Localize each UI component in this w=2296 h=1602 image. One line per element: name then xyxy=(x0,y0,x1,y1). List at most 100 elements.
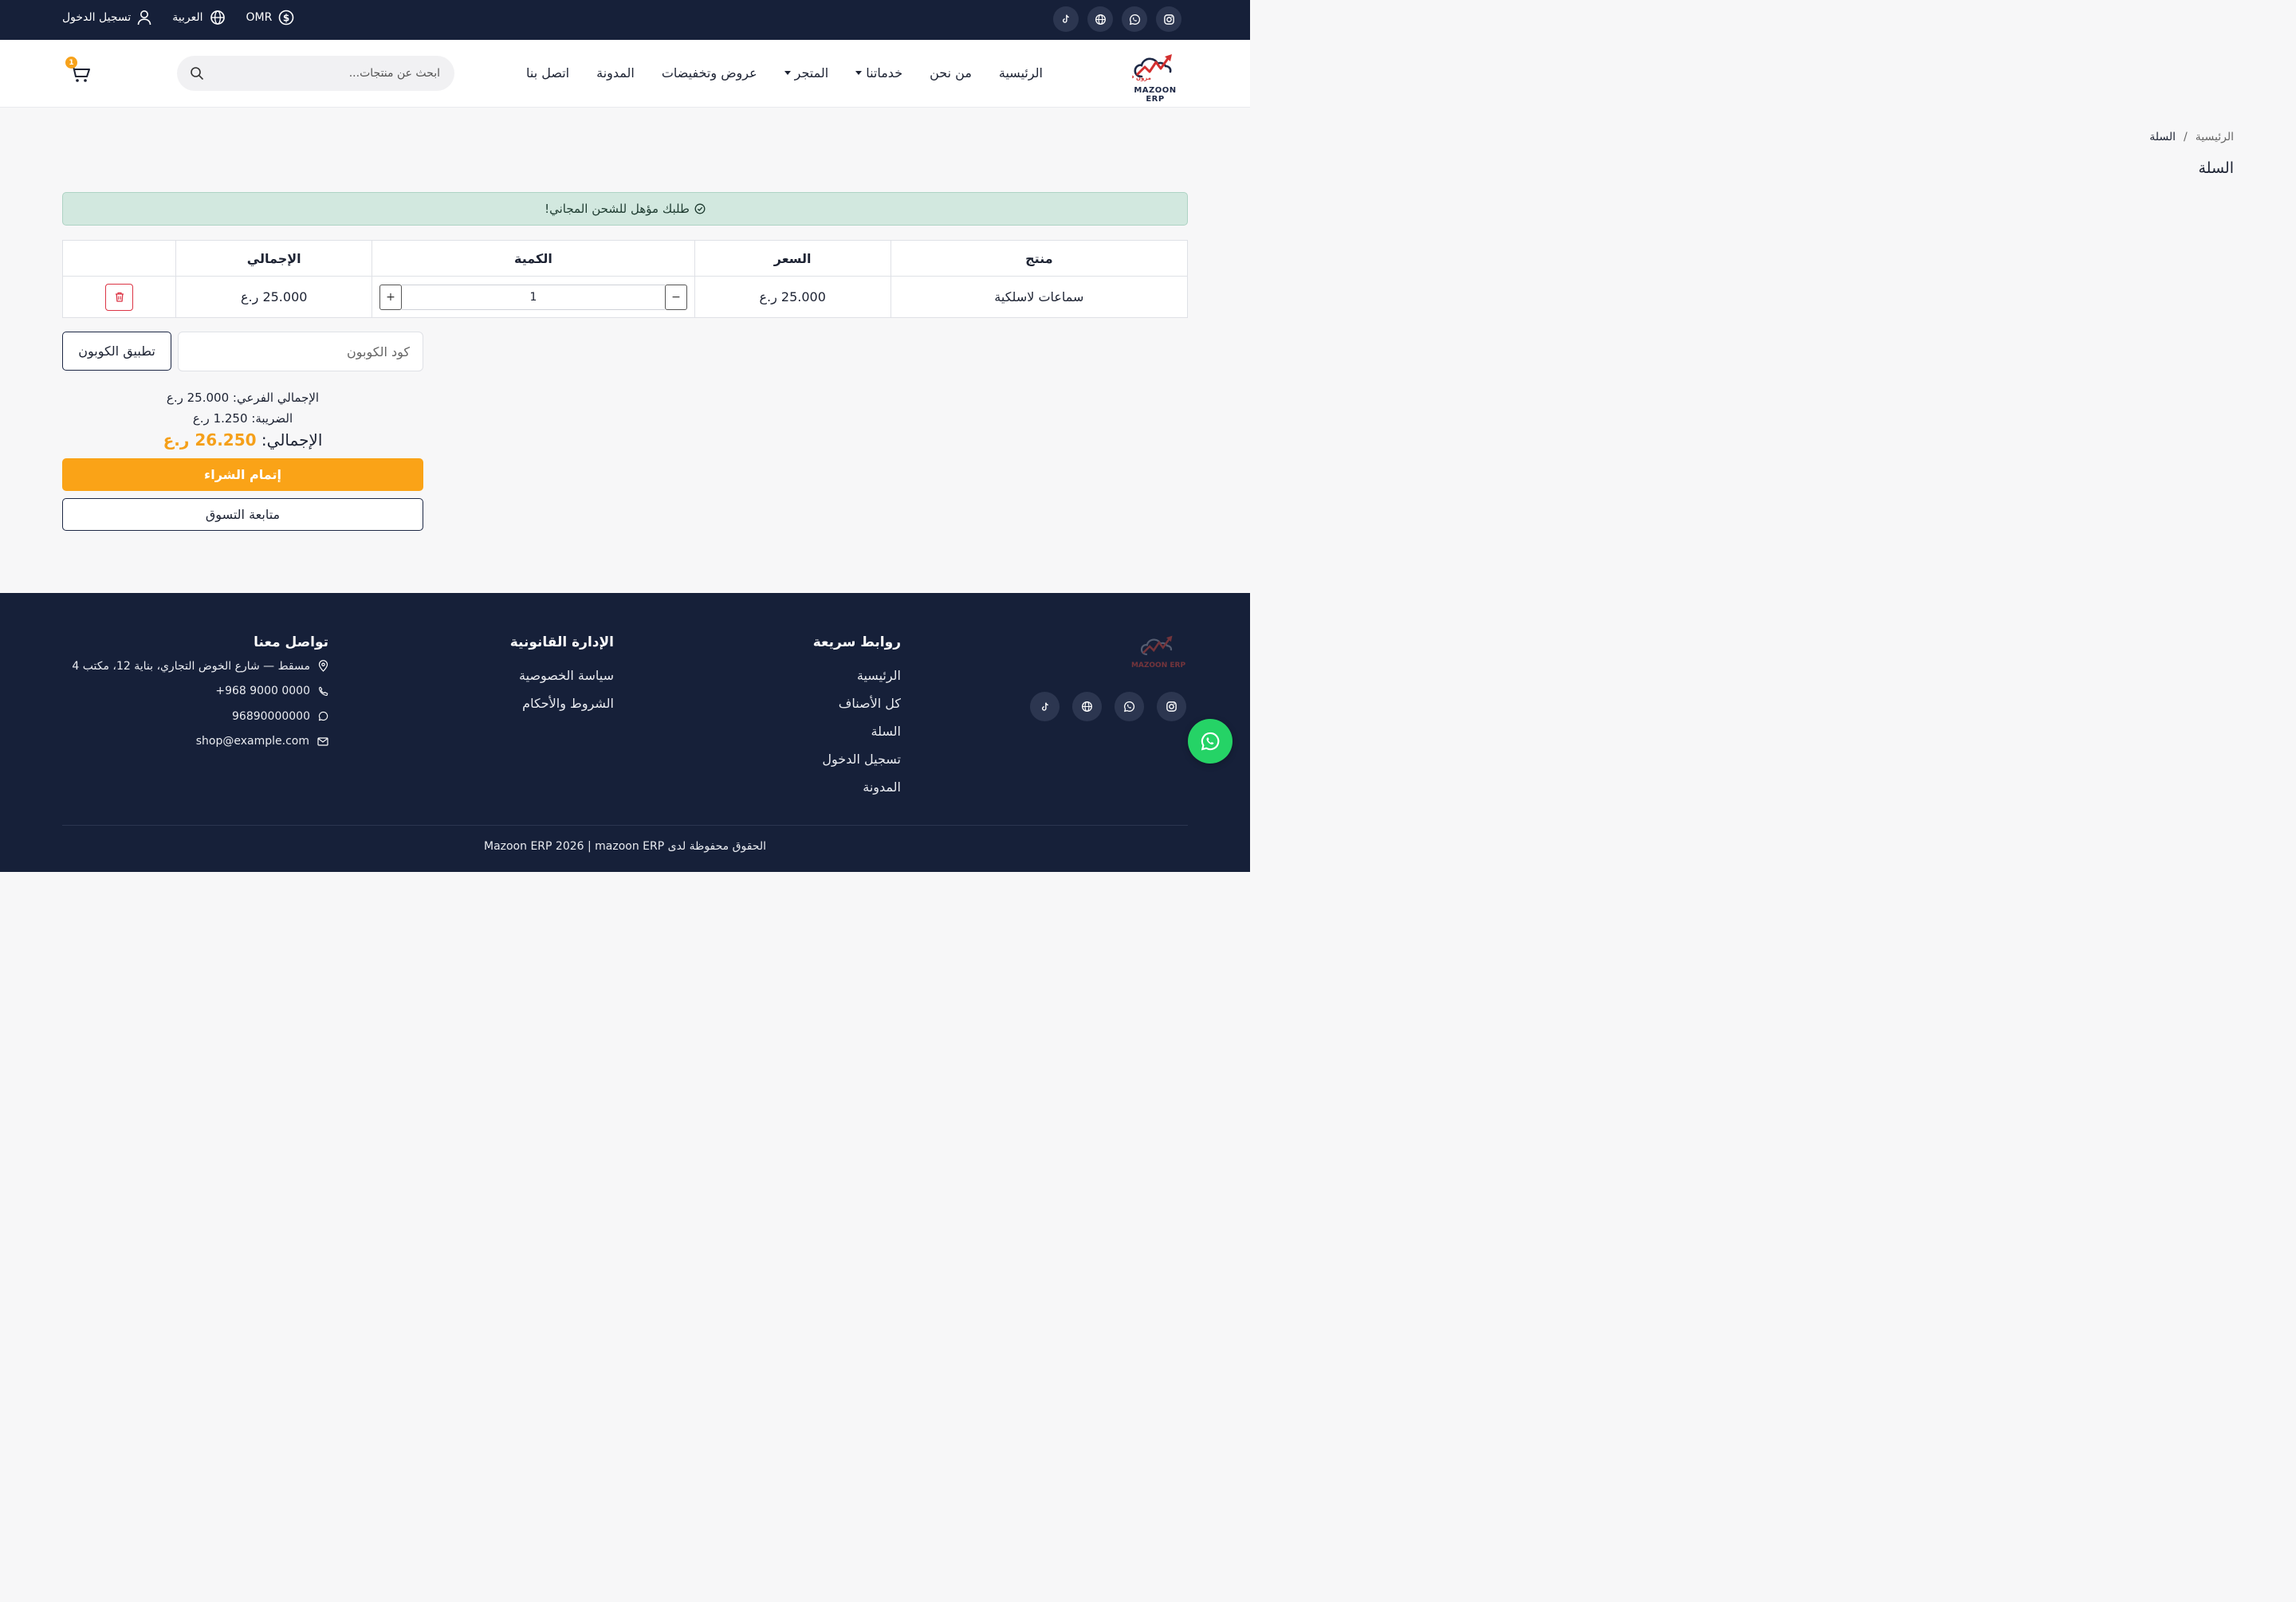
top-bar: تسجيل الدخول العربية OMR $ xyxy=(0,0,1250,40)
nav-about[interactable]: من نحن xyxy=(930,65,972,80)
grand-total-label: الإجمالي: xyxy=(261,430,323,450)
globe-icon[interactable] xyxy=(1072,692,1102,721)
logo-text: MAZOON ERP xyxy=(1134,86,1177,104)
main-nav: الرئيسية من نحن خدماتنا المتجر عروض وتخف… xyxy=(526,65,1043,80)
top-social-links xyxy=(1053,6,1181,32)
contact-email[interactable]: shop@example.com xyxy=(72,729,328,755)
product-name[interactable]: سماعات لاسلكية xyxy=(890,276,1189,318)
contact-phone[interactable]: +968 9000 0000 xyxy=(72,679,328,705)
grand-total-row: الإجمالي: 26.250 ر.ع xyxy=(62,430,423,450)
footer-divider xyxy=(62,825,1188,826)
contact-title: تواصل معنا xyxy=(254,634,328,650)
nav-offers[interactable]: عروض وتخفيضات xyxy=(662,65,757,80)
quick-links-title: روابط سريعة xyxy=(812,634,901,650)
quantity-increase-button[interactable]: + xyxy=(379,284,402,310)
col-product: منتج xyxy=(890,240,1189,277)
instagram-icon[interactable] xyxy=(1157,692,1186,721)
footer-link-home[interactable]: الرئيسية xyxy=(813,662,901,689)
tiktok-icon[interactable] xyxy=(1053,6,1079,32)
user-icon xyxy=(137,10,151,26)
continue-shopping-button[interactable]: متابعة التسوق xyxy=(62,498,423,531)
subtotal-value: 25.000 ر.ع xyxy=(166,391,230,405)
subtotal-row: الإجمالي الفرعي: 25.000 ر.ع xyxy=(62,387,423,408)
site-footer: MAZOON ERP روابط سريعة الرئيسية كل الأصن… xyxy=(0,593,1250,872)
globe-icon[interactable] xyxy=(1087,6,1113,32)
tax-label: الضريبة: xyxy=(251,411,293,426)
location-pin-icon xyxy=(318,660,328,673)
currency-label: OMR xyxy=(246,11,273,24)
breadcrumb: الرئيسية / السلة xyxy=(2149,131,2234,143)
contact-whatsapp[interactable]: 96890000000 xyxy=(72,704,328,729)
subtotal-label: الإجمالي الفرعي: xyxy=(232,391,320,405)
breadcrumb-home[interactable]: الرئيسية xyxy=(2196,131,2234,143)
currency-switcher[interactable]: OMR $ xyxy=(246,10,295,26)
product-price: 25.000 ر.ع xyxy=(694,276,891,318)
cart-button[interactable]: 1 xyxy=(65,57,91,86)
site-logo[interactable]: مزون ERP MAZOON ERP xyxy=(1122,53,1186,104)
order-totals: الإجمالي الفرعي: 25.000 ر.ع الضريبة: 1.2… xyxy=(62,387,423,450)
caret-down-icon xyxy=(784,71,791,75)
remove-item-button[interactable] xyxy=(105,283,134,311)
checkout-button[interactable]: إتمام الشراء xyxy=(62,458,423,491)
contact-address: مسقط — شارع الخوض التجاري، بناية 12، مكت… xyxy=(72,654,328,679)
cart-count-badge: 1 xyxy=(65,57,77,69)
caret-down-icon xyxy=(855,71,863,75)
footer-logo[interactable]: MAZOON ERP xyxy=(1130,634,1186,669)
envelope-icon xyxy=(317,737,328,746)
grand-total-value: 26.250 ر.ع xyxy=(163,430,257,450)
quantity-stepper: − 1 + xyxy=(372,284,694,310)
col-total: الإجمالي xyxy=(175,240,373,277)
whatsapp-icon[interactable] xyxy=(1115,692,1144,721)
tiktok-icon[interactable] xyxy=(1030,692,1060,721)
dollar-circle-icon: $ xyxy=(279,10,294,26)
search-input[interactable] xyxy=(201,67,440,80)
login-label: تسجيل الدخول xyxy=(62,11,132,24)
free-shipping-alert: طلبك مؤهل للشحن المجاني! xyxy=(62,192,1188,226)
apply-coupon-button[interactable]: تطبيق الكوبون xyxy=(62,332,171,371)
search-box xyxy=(177,56,454,91)
tax-row: الضريبة: 1.250 ر.ع xyxy=(62,408,423,429)
quantity-cell: − 1 + xyxy=(372,276,695,318)
globe-icon xyxy=(210,10,225,25)
nav-contact[interactable]: اتصل بنا xyxy=(526,65,569,80)
whatsapp-icon xyxy=(1201,732,1220,751)
page-title: السلة xyxy=(2198,159,2235,177)
main-header: مزون ERP MAZOON ERP الرئيسية من نحن خدما… xyxy=(0,40,1250,108)
language-label: العربية xyxy=(172,11,203,24)
nav-store[interactable]: المتجر xyxy=(784,65,828,80)
cart-table: منتج السعر الكمية الإجمالي سماعات لاسلكي… xyxy=(61,240,1189,318)
nav-blog[interactable]: المدونة xyxy=(596,65,635,80)
footer-link-privacy[interactable]: سياسة الخصوصية xyxy=(510,662,614,689)
whatsapp-icon xyxy=(318,712,328,721)
logo-icon: مزون ERP xyxy=(1122,54,1172,81)
footer-link-blog[interactable]: المدونة xyxy=(813,773,901,801)
quantity-decrease-button[interactable]: − xyxy=(664,284,687,310)
instagram-icon[interactable] xyxy=(1156,6,1181,32)
quantity-input[interactable]: 1 xyxy=(401,284,665,310)
breadcrumb-separator: / xyxy=(2184,131,2188,143)
language-switcher[interactable]: العربية xyxy=(172,10,225,26)
top-tools: تسجيل الدخول العربية OMR $ xyxy=(62,10,294,26)
coupon-input[interactable] xyxy=(178,332,423,371)
nav-services[interactable]: خدماتنا xyxy=(855,65,902,80)
footer-link-categories[interactable]: كل الأصناف xyxy=(813,689,901,717)
table-row: سماعات لاسلكية 25.000 ر.ع − 1 + 25.000 ر… xyxy=(61,276,1189,318)
footer-logo-text: MAZOON ERP xyxy=(1130,662,1186,669)
legal-title: الإدارة القانونية xyxy=(509,634,614,650)
search-icon[interactable] xyxy=(190,66,204,80)
login-link[interactable]: تسجيل الدخول xyxy=(62,10,151,26)
footer-link-terms[interactable]: الشروط والأحكام xyxy=(510,689,614,717)
footer-link-cart[interactable]: السلة xyxy=(813,717,901,745)
check-circle-icon xyxy=(694,203,706,214)
line-total: 25.000 ر.ع xyxy=(175,276,373,318)
col-actions xyxy=(61,240,177,277)
whatsapp-float-button[interactable] xyxy=(1188,719,1233,764)
footer-quick-links: روابط سريعة الرئيسية كل الأصناف السلة تس… xyxy=(813,634,901,801)
footer-contact: تواصل معنا مسقط — شارع الخوض التجاري، بن… xyxy=(72,634,328,754)
col-quantity: الكمية xyxy=(372,240,695,277)
breadcrumb-current: السلة xyxy=(2149,131,2176,143)
nav-home[interactable]: الرئيسية xyxy=(999,65,1043,80)
whatsapp-icon[interactable] xyxy=(1122,6,1147,32)
footer-link-login[interactable]: تسجيل الدخول xyxy=(813,745,901,773)
trash-icon xyxy=(115,292,124,302)
